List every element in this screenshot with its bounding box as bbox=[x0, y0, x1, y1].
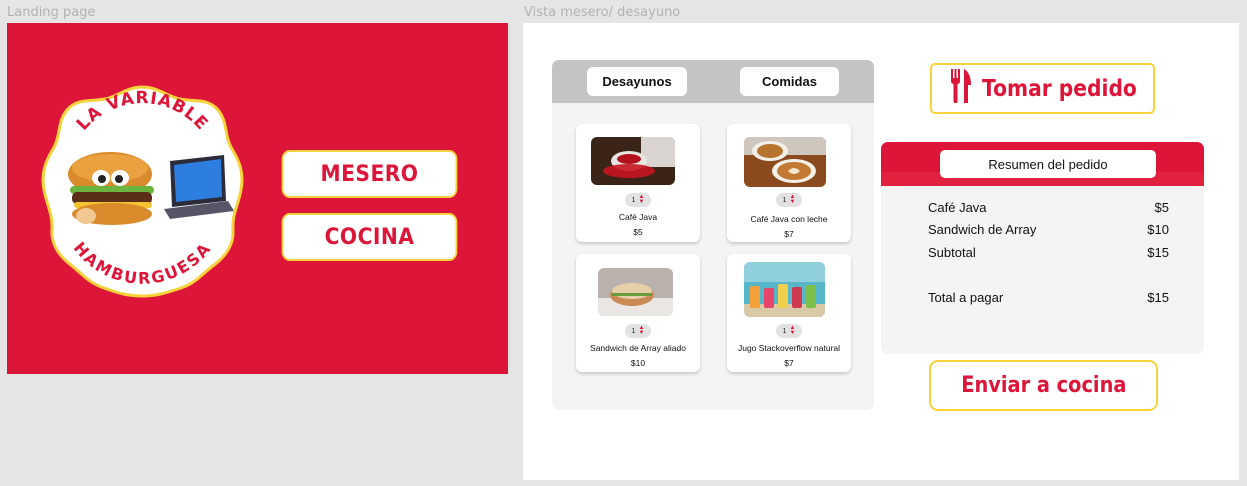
quantity-value: 1 bbox=[631, 327, 636, 335]
summary-row: Café Java $5 bbox=[928, 200, 1169, 215]
quantity-stepper[interactable]: 1 ▲ ▼ bbox=[776, 324, 802, 338]
mesero-frame-label: Vista mesero/ desayuno bbox=[524, 5, 681, 20]
item-price: $10 bbox=[630, 358, 646, 368]
fork-knife-icon bbox=[950, 69, 972, 108]
summary-row: Subtotal $15 bbox=[928, 245, 1169, 260]
category-tab-bar: Desayunos Comidas bbox=[552, 60, 874, 103]
summary-row-label: Café Java bbox=[928, 200, 987, 215]
stepper-arrows-icon[interactable]: ▲ ▼ bbox=[789, 325, 795, 336]
quantity-value: 1 bbox=[631, 196, 636, 204]
menu-item-card[interactable]: 1 ▲ ▼ Café Java con leche $7 bbox=[727, 124, 851, 242]
quantity-value: 1 bbox=[782, 327, 787, 335]
summary-row-value: $5 bbox=[1154, 200, 1169, 215]
stepper-arrows-icon[interactable]: ▲ ▼ bbox=[638, 194, 644, 205]
summary-title: Resumen del pedido bbox=[940, 150, 1156, 178]
send-to-kitchen-label: Enviar a cocina bbox=[960, 373, 1127, 398]
stepper-arrows-icon[interactable]: ▲ ▼ bbox=[789, 194, 795, 205]
item-price: $7 bbox=[784, 358, 794, 368]
total-value: $15 bbox=[1147, 290, 1169, 305]
mesero-frame: Desayunos Comidas 1 ▲ ▼ Café Java $5 1 ▲… bbox=[523, 23, 1239, 480]
quantity-value: 1 bbox=[782, 196, 787, 204]
send-to-kitchen-button[interactable]: Enviar a cocina bbox=[929, 360, 1158, 411]
item-price: $7 bbox=[784, 229, 794, 239]
menu-panel: Desayunos Comidas 1 ▲ ▼ Café Java $5 1 ▲… bbox=[552, 60, 874, 410]
summary-row-value: $10 bbox=[1147, 222, 1169, 237]
burger-mascot-logo: LA VARIABLE HAMBURGUESA bbox=[40, 84, 245, 299]
order-summary-panel: Resumen del pedido Café Java $5 Sandwich… bbox=[881, 142, 1204, 354]
summary-total-row: Total a pagar $15 bbox=[928, 290, 1169, 305]
quantity-stepper[interactable]: 1 ▲ ▼ bbox=[625, 193, 651, 207]
landing-frame: LA VARIABLE HAMBURGUESA MESERO COCINA bbox=[7, 23, 508, 374]
stepper-arrows-icon[interactable]: ▲ ▼ bbox=[638, 325, 644, 336]
menu-item-card[interactable]: 1 ▲ ▼ Café Java $5 bbox=[576, 124, 700, 242]
item-name: Café Java con leche bbox=[750, 214, 828, 224]
take-order-label: Tomar pedido bbox=[982, 75, 1137, 102]
summary-row-label: Subtotal bbox=[928, 245, 976, 260]
summary-row-label: Sandwich de Array bbox=[928, 222, 1037, 237]
mesero-button[interactable]: MESERO bbox=[281, 150, 458, 198]
total-label: Total a pagar bbox=[928, 290, 1004, 305]
item-price: $5 bbox=[633, 227, 643, 237]
take-order-button[interactable]: Tomar pedido bbox=[930, 63, 1155, 114]
juice-photo bbox=[744, 262, 825, 317]
tab-comidas[interactable]: Comidas bbox=[740, 67, 839, 96]
item-name: Sandwich de Array aliado bbox=[590, 343, 686, 353]
menu-item-card[interactable]: 1 ▲ ▼ Sandwich de Array aliado $10 bbox=[576, 254, 700, 372]
quantity-stepper[interactable]: 1 ▲ ▼ bbox=[776, 193, 802, 207]
landing-frame-label: Landing page bbox=[7, 5, 96, 20]
tab-desayunos[interactable]: Desayunos bbox=[587, 67, 687, 96]
cocina-button[interactable]: COCINA bbox=[281, 213, 458, 261]
item-name: Jugo Stackoverflow natural bbox=[737, 343, 841, 353]
menu-item-card[interactable]: 1 ▲ ▼ Jugo Stackoverflow natural $7 bbox=[727, 254, 851, 372]
item-name: Café Java bbox=[618, 212, 658, 222]
coffee-cup-photo bbox=[591, 137, 675, 185]
latte-art-photo bbox=[744, 137, 826, 187]
summary-row-value: $15 bbox=[1147, 245, 1169, 260]
quantity-stepper[interactable]: 1 ▲ ▼ bbox=[625, 324, 651, 338]
summary-row: Sandwich de Array $10 bbox=[928, 222, 1169, 237]
sandwich-photo bbox=[598, 268, 673, 316]
